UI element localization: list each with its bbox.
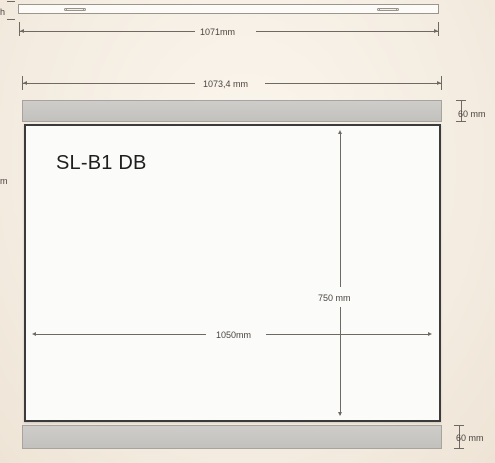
- overall-width-label: 1073,4 mm: [203, 79, 249, 89]
- header-rail: [22, 100, 442, 122]
- cropped-tick-bottom: [7, 19, 15, 20]
- mounting-slot-right: [377, 8, 399, 11]
- rail-length-label: 1071mm: [200, 27, 236, 37]
- footer-rail-height-label: 60 mm: [456, 433, 484, 443]
- cropped-label-mid: m: [0, 176, 8, 186]
- product-name: SL-B1 DB: [56, 152, 147, 174]
- panel-height-label: 750 mm: [318, 293, 351, 303]
- mounting-slot-left: [64, 8, 86, 11]
- cropped-label-top: h: [0, 7, 6, 17]
- footer-rail: [22, 425, 442, 449]
- header-rail-height-label: 60 mm: [458, 109, 486, 119]
- panel-width-label: 1050mm: [216, 330, 252, 340]
- cropped-tick-top: [7, 1, 15, 2]
- top-mounting-rail: [18, 4, 439, 14]
